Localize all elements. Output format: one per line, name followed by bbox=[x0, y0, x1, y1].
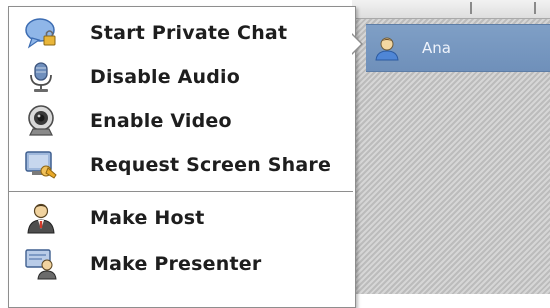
webcam-icon bbox=[24, 104, 58, 138]
screen-share-icon bbox=[24, 148, 58, 182]
attendee-list-header bbox=[352, 0, 550, 19]
menu-item-label: Make Presenter bbox=[90, 253, 262, 275]
menu-item-enable-video[interactable]: Enable Video bbox=[8, 99, 354, 143]
menu-item-label: Enable Video bbox=[90, 110, 232, 132]
presenter-icon bbox=[24, 247, 58, 281]
menu-item-disable-audio[interactable]: Disable Audio bbox=[8, 55, 354, 99]
menu-item-make-presenter[interactable]: Make Presenter bbox=[8, 242, 354, 286]
menu-item-label: Start Private Chat bbox=[90, 22, 288, 44]
menu-item-start-private-chat[interactable]: Start Private Chat bbox=[8, 11, 354, 55]
host-icon bbox=[24, 201, 58, 235]
menu-item-make-host[interactable]: Make Host bbox=[8, 196, 354, 240]
menu-item-label: Disable Audio bbox=[90, 66, 241, 88]
attendee-row-selected[interactable]: Ana bbox=[366, 24, 550, 72]
chat-bubble-icon bbox=[24, 16, 58, 50]
microphone-icon bbox=[24, 60, 58, 94]
menu-item-label: Request Screen Share bbox=[90, 154, 332, 176]
header-divider bbox=[470, 2, 472, 14]
attendee-name: Ana bbox=[422, 39, 451, 57]
user-icon bbox=[375, 37, 399, 61]
menu-item-label: Make Host bbox=[90, 207, 205, 229]
menu-item-request-screen-share[interactable]: Request Screen Share bbox=[8, 143, 354, 187]
header-divider bbox=[534, 2, 536, 14]
menu-divider bbox=[9, 191, 353, 192]
